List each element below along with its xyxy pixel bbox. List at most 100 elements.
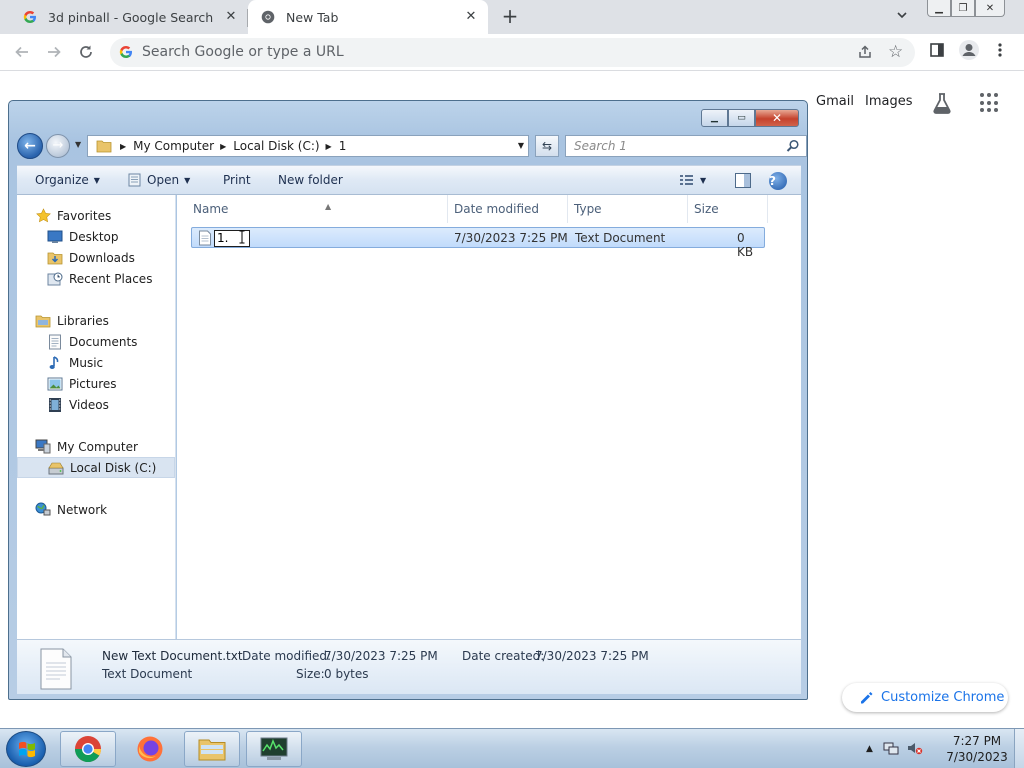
gmail-link[interactable]: Gmail	[816, 94, 854, 114]
show-desktop-button[interactable]	[1014, 729, 1024, 768]
notepad-icon	[127, 173, 143, 187]
column-name[interactable]: Name ▲	[187, 195, 448, 223]
clock-time: 7:27 PM	[952, 734, 1002, 748]
close-tab-icon[interactable]: ✕	[464, 10, 478, 24]
star-icon	[35, 208, 51, 224]
chevron-down-icon: ▼	[700, 175, 707, 185]
details-size-value: 0 bytes	[324, 667, 369, 681]
downloads-folder-icon	[47, 250, 63, 266]
taskbar-firefox-icon[interactable]	[122, 731, 178, 767]
close-tab-icon[interactable]: ✕	[224, 10, 238, 24]
google-apps-grid-icon[interactable]	[980, 93, 1000, 113]
nav-item-libraries[interactable]: Libraries	[17, 310, 175, 331]
omnibox-placeholder: Search Google or type a URL	[142, 44, 344, 60]
file-type: Text Document	[575, 231, 666, 245]
back-arrow-icon[interactable]	[10, 40, 34, 64]
profile-avatar-icon[interactable]	[958, 39, 980, 64]
tab-google-search[interactable]: 3d pinball - Google Search ✕	[8, 0, 248, 34]
breadcrumb-separator-icon[interactable]: ▶	[220, 142, 226, 151]
maximize-icon[interactable]: ▭	[728, 109, 755, 127]
nav-item-music[interactable]: Music	[17, 352, 175, 373]
sort-ascending-icon: ▲	[325, 202, 332, 211]
breadcrumb-my-computer[interactable]: My Computer	[133, 139, 214, 153]
details-created-label: Date created:	[462, 649, 545, 663]
tab-title: 3d pinball - Google Search	[48, 9, 214, 25]
open-button[interactable]: Open ▼	[127, 173, 190, 187]
share-icon[interactable]	[857, 44, 873, 60]
images-link[interactable]: Images	[865, 94, 913, 114]
nav-item-recent-places[interactable]: Recent Places	[17, 268, 175, 289]
show-hidden-icons-chevron-icon[interactable]: ▲	[866, 744, 873, 754]
google-g-icon	[119, 45, 133, 59]
close-window-icon[interactable]: ✕	[975, 0, 1005, 17]
documents-icon	[47, 334, 63, 350]
nav-item-desktop[interactable]: Desktop	[17, 226, 175, 247]
command-bar: Organize ▼ Open ▼ Print New folder ▼ ?	[17, 165, 801, 195]
nav-item-local-disk[interactable]: Local Disk (C:)	[17, 457, 175, 478]
taskbar-task-manager-icon[interactable]	[246, 731, 302, 767]
nav-item-favorites[interactable]: Favorites	[17, 205, 175, 226]
file-size: 0 KB	[737, 231, 754, 259]
customize-chrome-button[interactable]: Customize Chrome	[842, 683, 1008, 712]
new-folder-button[interactable]: New folder	[278, 173, 343, 187]
google-g-icon	[22, 9, 38, 25]
breadcrumb-folder[interactable]: 1	[339, 139, 347, 153]
address-bar[interactable]: ▶ My Computer ▶ Local Disk (C:) ▶ 1 ▼	[87, 135, 529, 157]
forward-arrow-icon[interactable]	[42, 40, 66, 64]
minimize-icon[interactable]: ▁	[701, 109, 728, 127]
nav-item-downloads[interactable]: Downloads	[17, 247, 175, 268]
file-row-selected[interactable]: 1. 7/30/2023 7:25 PM Text Document 0 KB	[191, 227, 765, 259]
nav-item-my-computer[interactable]: My Computer	[17, 436, 175, 457]
text-file-large-icon	[39, 648, 73, 690]
breadcrumb-separator-icon[interactable]: ▶	[326, 142, 332, 151]
chevron-down-icon: ▼	[184, 175, 191, 185]
side-panel-icon[interactable]	[929, 42, 945, 61]
help-icon[interactable]: ?	[769, 172, 787, 190]
address-dropdown-icon[interactable]: ▼	[518, 141, 524, 150]
breadcrumb-separator-icon[interactable]: ▶	[120, 142, 126, 151]
tab-search-chevron-icon[interactable]	[895, 8, 915, 26]
explorer-window: ▁ ▭ ✕ ← → ▼ ▶ My Computer ▶ Local Disk (…	[8, 100, 808, 700]
desktop-icon	[47, 229, 63, 245]
column-date-modified[interactable]: Date modified	[448, 195, 568, 223]
organize-button[interactable]: Organize ▼	[35, 173, 100, 187]
column-type[interactable]: Type	[568, 195, 688, 223]
bookmark-star-icon[interactable]: ☆	[888, 42, 903, 62]
new-tab-plus-icon[interactable]: +	[498, 5, 522, 29]
details-modified-value: 7/30/2023 7:25 PM	[324, 649, 438, 663]
tab-new-tab[interactable]: New Tab ✕	[248, 0, 488, 34]
minimize-icon[interactable]: ▁	[927, 0, 951, 17]
navigation-pane: Favorites Desktop Downloads Recent Place…	[17, 195, 176, 639]
print-button[interactable]: Print	[223, 173, 251, 187]
restore-icon[interactable]: ❐	[951, 0, 975, 17]
taskbar-chrome-icon[interactable]	[60, 731, 116, 767]
nav-item-pictures[interactable]: Pictures	[17, 373, 175, 394]
omnibox[interactable]: Search Google or type a URL ☆	[110, 38, 915, 67]
change-view-button[interactable]: ▼	[679, 174, 706, 186]
text-file-icon	[198, 230, 212, 246]
back-arrow-icon[interactable]: ←	[17, 133, 43, 159]
explorer-search-input[interactable]: Search 1	[565, 135, 807, 157]
reload-icon[interactable]	[74, 40, 98, 64]
taskbar-clock[interactable]: 7:27 PM 7/30/2023	[944, 733, 1010, 765]
more-menu-icon[interactable]	[997, 42, 1003, 61]
start-button-windows-logo-icon[interactable]	[6, 731, 46, 767]
taskbar: ▲ 7:27 PM 7/30/2023	[0, 728, 1024, 768]
labs-flask-icon[interactable]	[931, 92, 953, 114]
preview-pane-icon[interactable]	[735, 173, 751, 188]
column-size[interactable]: Size	[688, 195, 768, 223]
chevron-down-icon: ▼	[93, 175, 100, 185]
nav-item-documents[interactable]: Documents	[17, 331, 175, 352]
nav-item-videos[interactable]: Videos	[17, 394, 175, 415]
forward-arrow-icon[interactable]: →	[46, 134, 70, 158]
customize-chrome-label: Customize Chrome	[881, 690, 1005, 705]
taskbar-explorer-icon[interactable]	[184, 731, 240, 767]
refresh-icon[interactable]: ⇆	[535, 135, 559, 157]
nav-item-network[interactable]: Network	[17, 499, 175, 520]
volume-muted-icon[interactable]	[907, 740, 923, 759]
network-tray-icon[interactable]	[883, 740, 899, 759]
close-window-icon[interactable]: ✕	[755, 109, 799, 127]
recent-pages-dropdown-icon[interactable]: ▼	[75, 140, 81, 149]
search-icon[interactable]	[786, 139, 800, 153]
breadcrumb-local-disk[interactable]: Local Disk (C:)	[233, 139, 319, 153]
